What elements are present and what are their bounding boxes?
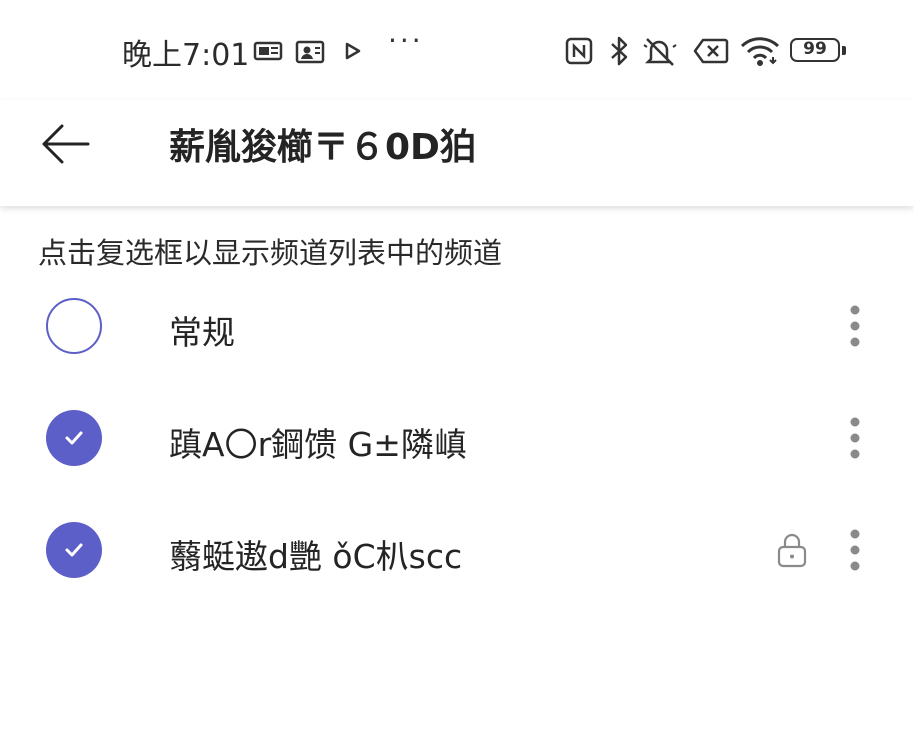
battery-icon: 99 [790,38,846,62]
back-button[interactable] [38,116,94,172]
status-bar: 晚上7:01 ··· 99 [0,0,914,100]
channel-checkbox-checked[interactable] [46,522,102,578]
play-store-icon [342,34,364,68]
contact-card-icon [294,34,326,68]
instruction-text: 点击复选框以显示频道列表中的频道 [38,236,503,270]
channel-row: 常规 [0,276,914,376]
more-options-button[interactable] [840,410,870,466]
checkmark-icon [65,543,83,557]
channel-row: 蹎A〇r鋼馈 G±隣嵮 [0,388,914,488]
no-sim-icon [692,34,730,68]
channel-name: 蘙蜓遨d艷 ǒC朳scc [169,537,463,576]
overflow-notifications: ··· [388,24,424,57]
nfc-icon [563,34,595,68]
back-arrow-icon [42,124,90,164]
app-header: 薪胤狻櫛〒６0D狛 [0,100,914,206]
channel-name: 常规 [169,313,235,352]
wifi-icon [738,34,782,68]
channel-checkbox-checked[interactable] [46,410,102,466]
bluetooth-icon [606,34,632,68]
more-vertical-icon [850,417,860,459]
mute-icon [640,34,680,68]
channel-row: 蘙蜓遨d艷 ǒC朳scc [0,500,914,600]
more-vertical-icon [850,529,860,571]
more-options-button[interactable] [840,298,870,354]
more-vertical-icon [850,305,860,347]
message-icon [252,34,284,68]
lock-icon [774,530,810,570]
page-title: 薪胤狻櫛〒６0D狛 [169,127,476,168]
channel-checkbox-unchecked[interactable] [46,298,102,354]
checkmark-icon [65,431,83,445]
more-options-button[interactable] [840,522,870,578]
status-time: 晚上7:01 [122,38,250,73]
channel-name: 蹎A〇r鋼馈 G±隣嵮 [169,425,467,464]
